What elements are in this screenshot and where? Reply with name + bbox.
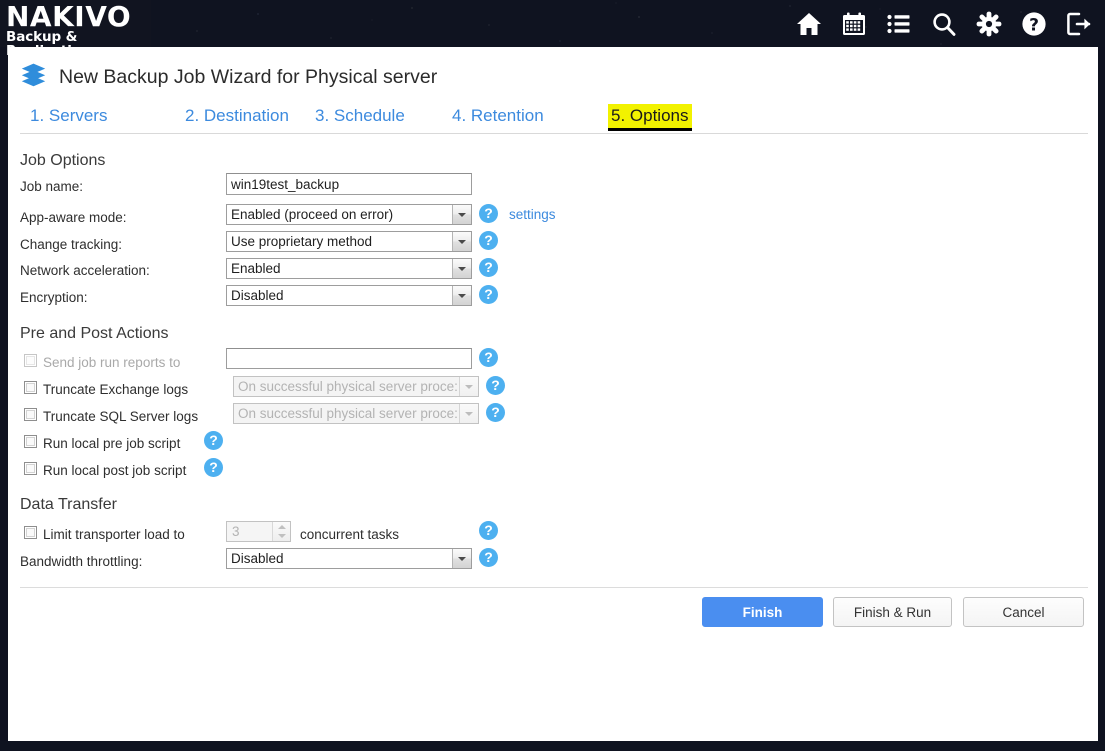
tab-destination[interactable]: 2. Destination bbox=[185, 104, 289, 128]
app-aware-mode-select[interactable]: Enabled (proceed on error) bbox=[226, 204, 472, 225]
encryption-help-icon[interactable]: ? bbox=[479, 285, 498, 304]
stepper-down-icon bbox=[273, 532, 290, 542]
tab-retention[interactable]: 4. Retention bbox=[452, 104, 544, 128]
change-tracking-help-icon[interactable]: ? bbox=[479, 231, 498, 250]
concurrent-tasks-value: 3 bbox=[232, 524, 240, 539]
window-bottom-edge bbox=[0, 741, 1105, 751]
run-local-pre-job-script-checkbox[interactable] bbox=[24, 435, 37, 448]
send-job-run-reports-label: Send job run reports to bbox=[43, 355, 181, 370]
network-acceleration-value: Enabled bbox=[231, 261, 281, 276]
svg-text:?: ? bbox=[1029, 15, 1039, 35]
stepper-up-icon bbox=[273, 522, 290, 532]
send-job-run-reports-help-icon[interactable]: ? bbox=[479, 348, 498, 367]
footer-divider bbox=[20, 587, 1088, 588]
app-aware-settings-link[interactable]: settings bbox=[509, 207, 556, 222]
job-name-input[interactable] bbox=[226, 173, 472, 195]
bandwidth-throttling-select[interactable]: Disabled bbox=[226, 548, 472, 569]
tabs-divider bbox=[20, 133, 1088, 134]
send-job-run-reports-checkbox bbox=[24, 354, 37, 367]
change-tracking-label: Change tracking: bbox=[20, 237, 123, 252]
chevron-down-icon[interactable] bbox=[452, 232, 471, 251]
concurrent-tasks-stepper: 3 bbox=[226, 521, 291, 542]
logo-brand-text: NAKIVO bbox=[6, 0, 132, 33]
gear-icon[interactable] bbox=[973, 8, 1005, 40]
data-transfer-heading: Data Transfer bbox=[20, 496, 117, 513]
nakivo-logo: NAKIVO Backup & Replication bbox=[0, 0, 151, 58]
wizard-panel: New Backup Job Wizard for Physical serve… bbox=[8, 47, 1098, 741]
run-local-pre-job-script-help-icon[interactable]: ? bbox=[204, 431, 223, 450]
run-local-post-job-script-help-icon[interactable]: ? bbox=[204, 458, 223, 477]
nakivo-app-window: NAKIVO Backup & Replication bbox=[0, 0, 1105, 751]
encryption-select[interactable]: Disabled bbox=[226, 285, 472, 306]
app-aware-mode-value: Enabled (proceed on error) bbox=[231, 207, 394, 222]
tab-servers[interactable]: 1. Servers bbox=[30, 104, 107, 128]
chevron-down-icon bbox=[459, 404, 478, 423]
bandwidth-throttling-label: Bandwidth throttling: bbox=[20, 554, 143, 569]
tab-options[interactable]: 5. Options bbox=[608, 104, 692, 131]
cancel-button[interactable]: Cancel bbox=[963, 597, 1084, 627]
chevron-down-icon bbox=[459, 377, 478, 396]
chevron-down-icon[interactable] bbox=[452, 286, 471, 305]
job-name-label: Job name: bbox=[20, 179, 84, 194]
change-tracking-select[interactable]: Use proprietary method bbox=[226, 231, 472, 252]
pre-post-actions-heading: Pre and Post Actions bbox=[20, 325, 169, 342]
run-local-post-job-script-checkbox[interactable] bbox=[24, 462, 37, 475]
chevron-down-icon[interactable] bbox=[452, 205, 471, 224]
change-tracking-value: Use proprietary method bbox=[231, 234, 373, 249]
encryption-label: Encryption: bbox=[20, 290, 88, 305]
network-acceleration-help-icon[interactable]: ? bbox=[479, 258, 498, 277]
header-icon-bar: ? bbox=[793, 5, 1095, 43]
truncate-exchange-logs-select: On successful physical server proce: bbox=[233, 376, 479, 397]
list-icon[interactable] bbox=[883, 8, 915, 40]
network-acceleration-select[interactable]: Enabled bbox=[226, 258, 472, 279]
app-aware-help-icon[interactable]: ? bbox=[479, 204, 498, 223]
limit-transporter-load-help-icon[interactable]: ? bbox=[479, 521, 498, 540]
tab-schedule[interactable]: 3. Schedule bbox=[315, 104, 405, 128]
stacked-layers-icon bbox=[20, 61, 47, 93]
search-icon[interactable] bbox=[928, 8, 960, 40]
wizard-title-row: New Backup Job Wizard for Physical serve… bbox=[20, 61, 437, 93]
truncate-sql-logs-select: On successful physical server proce: bbox=[233, 403, 479, 424]
page-title: New Backup Job Wizard for Physical serve… bbox=[59, 65, 438, 88]
send-job-run-reports-input[interactable] bbox=[226, 348, 472, 369]
truncate-exchange-logs-label: Truncate Exchange logs bbox=[43, 382, 189, 397]
calendar-icon[interactable] bbox=[838, 8, 870, 40]
truncate-exchange-logs-help-icon[interactable]: ? bbox=[486, 376, 505, 395]
encryption-value: Disabled bbox=[231, 288, 284, 303]
bandwidth-throttling-help-icon[interactable]: ? bbox=[479, 548, 498, 567]
app-header: NAKIVO Backup & Replication bbox=[0, 0, 1105, 58]
truncate-sql-logs-help-icon[interactable]: ? bbox=[486, 403, 505, 422]
truncate-sql-logs-label: Truncate SQL Server logs bbox=[43, 409, 199, 424]
finish-button[interactable]: Finish bbox=[702, 597, 823, 627]
limit-transporter-load-checkbox[interactable] bbox=[24, 526, 37, 539]
network-acceleration-label: Network acceleration: bbox=[20, 263, 150, 278]
home-icon[interactable] bbox=[793, 8, 825, 40]
truncate-exchange-logs-value: On successful physical server proce: bbox=[238, 379, 458, 394]
finish-and-run-button[interactable]: Finish & Run bbox=[833, 597, 952, 627]
chevron-down-icon[interactable] bbox=[452, 549, 471, 568]
help-icon[interactable]: ? bbox=[1018, 8, 1050, 40]
run-local-post-job-script-label: Run local post job script bbox=[43, 463, 187, 478]
truncate-exchange-logs-checkbox[interactable] bbox=[24, 381, 37, 394]
job-options-heading: Job Options bbox=[20, 152, 106, 169]
bandwidth-throttling-value: Disabled bbox=[231, 551, 284, 566]
logout-icon[interactable] bbox=[1063, 8, 1095, 40]
run-local-pre-job-script-label: Run local pre job script bbox=[43, 436, 181, 451]
limit-transporter-load-label: Limit transporter load to bbox=[43, 527, 185, 542]
chevron-down-icon[interactable] bbox=[452, 259, 471, 278]
truncate-sql-logs-checkbox[interactable] bbox=[24, 408, 37, 421]
truncate-sql-logs-value: On successful physical server proce: bbox=[238, 406, 458, 421]
concurrent-tasks-suffix-label: concurrent tasks bbox=[300, 527, 400, 542]
stepper-buttons bbox=[272, 522, 290, 541]
app-aware-mode-label: App-aware mode: bbox=[20, 210, 127, 225]
